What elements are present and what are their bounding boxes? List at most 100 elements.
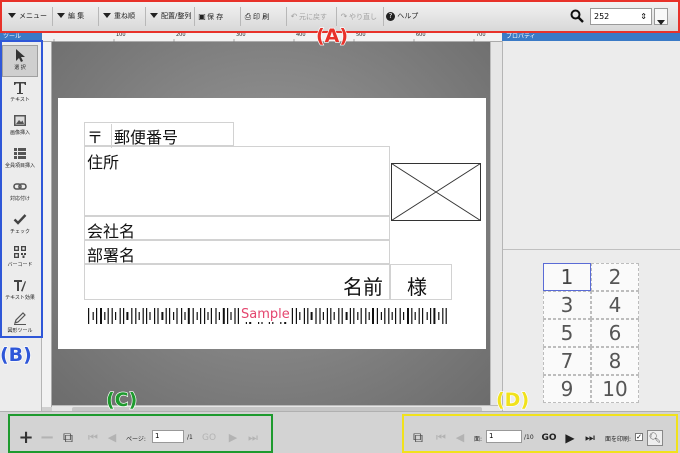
barcode-bar	[192, 308, 194, 324]
barcode-bar	[391, 312, 393, 320]
honorific-field[interactable]: 様	[390, 264, 452, 300]
barcode-bar	[154, 308, 156, 324]
barcode-bar	[184, 312, 186, 320]
barcode-bar	[291, 308, 293, 324]
annotation-box-c	[8, 414, 273, 453]
barcode-bar	[414, 312, 416, 320]
property-panel: 1 2 3 4 5 6 7 8 9 10	[502, 41, 680, 411]
barcode-bar	[399, 308, 401, 324]
barcode-bar	[433, 308, 436, 324]
annotation-box-b	[0, 40, 43, 338]
barcode-bar	[218, 312, 220, 320]
barcode-bar	[442, 308, 444, 324]
barcode-bar	[315, 308, 317, 324]
barcode-bar	[426, 312, 428, 320]
page-grid: 1 2 3 4 5 6 7 8 9 10	[543, 263, 639, 403]
barcode-bar	[380, 312, 382, 320]
page-thumb[interactable]: 2	[591, 263, 639, 291]
barcode-bar	[176, 308, 178, 324]
barcode-bar	[165, 308, 167, 324]
barcode-bar	[104, 312, 106, 320]
barcode-bar	[319, 308, 321, 324]
property-panel-header: プロパティ	[502, 32, 680, 41]
barcode-bar	[372, 308, 374, 324]
barcode-bar	[146, 308, 148, 324]
barcode-bar	[395, 308, 397, 324]
barcode-bar	[96, 308, 98, 324]
barcode-bar	[196, 312, 198, 320]
barcode-bar	[169, 308, 171, 324]
page-thumb[interactable]: 1	[543, 263, 591, 291]
page-thumb[interactable]: 3	[543, 291, 591, 319]
name-field[interactable]: 名前	[84, 264, 390, 300]
barcode-sample-text: Sample	[240, 307, 291, 322]
barcode-bar	[161, 312, 164, 320]
barcode-bar	[438, 312, 440, 320]
barcode-bar	[126, 312, 129, 320]
barcode-bar	[310, 312, 313, 320]
page-thumb[interactable]: 4	[591, 291, 639, 319]
barcode-bar	[357, 312, 359, 320]
barcode-bar	[107, 308, 109, 324]
barcode-bar	[200, 308, 202, 324]
barcode-bar	[157, 308, 159, 324]
barcode-bar	[403, 312, 405, 320]
page-thumb[interactable]: 10	[591, 375, 639, 403]
barcode-bar	[100, 308, 102, 324]
barcode-bar	[119, 308, 121, 324]
image-placeholder[interactable]	[391, 163, 481, 221]
page-thumb[interactable]: 8	[591, 347, 639, 375]
barcode-bar	[445, 308, 447, 324]
barcode-bar	[345, 312, 348, 320]
annotation-label-a: (A)	[315, 24, 349, 47]
barcode-bar	[115, 312, 117, 320]
barcode-bar	[204, 308, 206, 324]
horizontal-ruler: 100 200 300 400 500 600 700	[42, 32, 502, 47]
barcode-bar	[234, 308, 236, 324]
barcode-bar	[341, 308, 343, 324]
address-field[interactable]: 住所	[84, 146, 390, 216]
barcode-bar	[384, 308, 386, 324]
page-thumb[interactable]: 9	[543, 375, 591, 403]
page-thumb[interactable]: 5	[543, 319, 591, 347]
barcode-bar	[307, 308, 309, 324]
barcode-bar	[135, 308, 137, 324]
barcode-bar	[422, 308, 424, 324]
page-thumb[interactable]: 7	[543, 347, 591, 375]
barcode-bar	[92, 312, 94, 320]
barcode-bar	[237, 308, 239, 324]
annotation-box-d	[402, 414, 678, 453]
barcode-bar	[365, 308, 367, 324]
vertical-scrollbar[interactable]	[490, 42, 502, 405]
page-thumb[interactable]: 6	[591, 319, 639, 347]
barcode-bar	[360, 308, 362, 324]
barcode-bar	[181, 308, 183, 324]
panel-divider	[503, 249, 680, 250]
barcode-bar	[407, 308, 409, 324]
barcode-bar	[330, 308, 332, 324]
annotation-label-b: (B)	[0, 343, 33, 366]
barcode-bar	[349, 308, 351, 324]
barcode-bar	[411, 308, 413, 324]
barcode-bar	[173, 312, 175, 320]
barcode-bar	[299, 312, 301, 320]
barcode-bar	[376, 308, 378, 324]
barcode-bar	[418, 308, 420, 324]
barcode-bar	[430, 308, 432, 324]
barcode-bar	[149, 312, 151, 320]
barcode-bar	[333, 312, 335, 320]
barcode-bar	[187, 308, 190, 324]
postal-code-field[interactable]: 〒 郵便番号	[84, 122, 234, 148]
barcode-bar	[326, 308, 328, 324]
barcode-bar	[215, 308, 217, 324]
vertical-ruler	[42, 42, 52, 407]
design-canvas[interactable]: 〒 郵便番号 住所 会社名 部署名 名前 様 Sample	[52, 42, 490, 405]
department-field[interactable]: 部署名	[84, 240, 390, 265]
barcode-bar	[388, 308, 390, 324]
barcode-bar	[88, 308, 90, 324]
annotation-label-c: (C)	[105, 388, 138, 411]
barcode-bar	[210, 308, 212, 324]
app-window: メニュー 編 集 重ね順 配置/整列 ▣保 存 ⎙ 印 刷 ↶ 元に戻す ↷ やり直し…	[0, 0, 680, 453]
barcode-bar	[222, 308, 225, 324]
company-field[interactable]: 会社名	[84, 216, 390, 241]
